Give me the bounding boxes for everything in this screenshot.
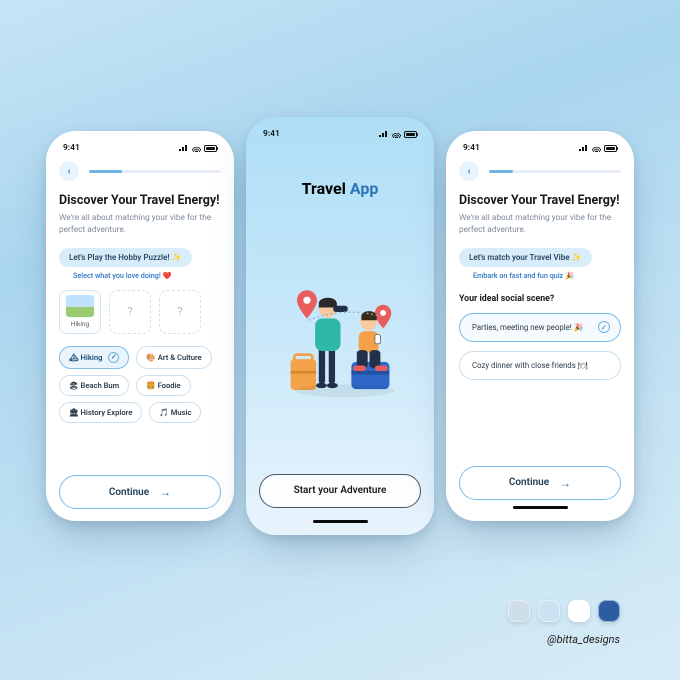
travelers-illustration (259, 198, 421, 474)
signal-icon (379, 131, 389, 137)
vibe-pill: Let's match your Travel Vibe ✨ (459, 248, 592, 267)
selection-slots: Hiking ? ? (59, 290, 221, 334)
quiz-question: Your ideal social scene? (459, 294, 621, 304)
chip-history-explore[interactable]: 🏛 History Explore (59, 402, 142, 423)
wifi-icon (592, 145, 601, 152)
phone-hobby-puzzle: 9:41 ‹ Discover Your Travel Energy! We'r… (46, 131, 234, 521)
clock: 9:41 (63, 143, 80, 153)
slot-1[interactable]: Hiking (59, 290, 101, 334)
swatch-3 (568, 600, 590, 622)
app-brand: Travel App (259, 179, 421, 198)
back-button[interactable]: ‹ (59, 161, 79, 181)
status-bar: 9:41 (59, 141, 221, 155)
wifi-icon (192, 145, 201, 152)
color-palette (508, 600, 620, 622)
designer-handle: @bitta_designs (547, 633, 620, 646)
slot-2[interactable]: ? (109, 290, 151, 334)
wifi-icon (392, 131, 401, 138)
chip-music[interactable]: 🎵 Music (149, 402, 201, 423)
phone-quiz: 9:41 ‹ Discover Your Travel Energy! We'r… (446, 131, 634, 521)
signal-icon (179, 145, 189, 151)
signal-icon (579, 145, 589, 151)
check-icon: ✓ (598, 321, 610, 333)
clock: 9:41 (463, 143, 480, 153)
page-title: Discover Your Travel Energy! (59, 193, 221, 208)
phone-stage: 9:41 ‹ Discover Your Travel Energy! We'r… (46, 117, 634, 535)
chip-hiking[interactable]: 🏔 Hiking ✓ (59, 346, 129, 369)
page-subtitle: We're all about matching your vibe for t… (459, 213, 621, 235)
swatch-1 (508, 600, 530, 622)
hiking-thumb (66, 295, 94, 317)
chip-foodie[interactable]: 🍔 Foodie (136, 375, 190, 396)
battery-icon (404, 131, 417, 138)
arrow-right-icon: → (559, 476, 571, 490)
status-bar: 9:41 (459, 141, 621, 155)
page-subtitle: We're all about matching your vibe for t… (59, 213, 221, 235)
start-adventure-button[interactable]: Start your Adventure (259, 474, 421, 508)
swatch-2 (538, 600, 560, 622)
progress-fill (89, 170, 122, 174)
option-cozy-dinner[interactable]: Cozy dinner with close friends 🍽 (459, 351, 621, 380)
hobby-chips: 🏔 Hiking ✓ 🎨 Art & Culture 🏖 Beach Bum 🍔… (59, 346, 221, 423)
question-icon: ? (127, 305, 132, 318)
hobby-pill: Let's Play the Hobby Puzzle! ✨ (59, 248, 192, 267)
hobby-hint: Select what you love doing! ❤️ (73, 271, 221, 280)
chip-beach-bum[interactable]: 🏖 Beach Bum (59, 375, 129, 396)
progress-bar (89, 170, 221, 174)
clock: 9:41 (263, 129, 280, 139)
continue-button[interactable]: Continue → (59, 475, 221, 509)
question-icon: ? (177, 305, 182, 318)
page-title: Discover Your Travel Energy! (459, 193, 621, 208)
arrow-right-icon: → (159, 485, 171, 499)
phone-splash: 9:41 Travel App (246, 117, 434, 535)
continue-button[interactable]: Continue → (459, 466, 621, 500)
check-icon: ✓ (108, 352, 119, 363)
home-indicator (513, 506, 568, 510)
progress-fill (489, 170, 513, 174)
chevron-left-icon: ‹ (67, 166, 70, 177)
slot-3[interactable]: ? (159, 290, 201, 334)
swatch-4 (598, 600, 620, 622)
back-button[interactable]: ‹ (459, 161, 479, 181)
vibe-hint: Embark on fast and fun quiz 🎉 (473, 271, 621, 280)
status-bar: 9:41 (259, 127, 421, 141)
home-indicator (313, 520, 368, 524)
progress-bar (489, 170, 621, 174)
battery-icon (204, 145, 217, 152)
option-parties[interactable]: Parties, meeting new people! 🎉 ✓ (459, 313, 621, 342)
chevron-left-icon: ‹ (467, 166, 470, 177)
battery-icon (604, 145, 617, 152)
chip-art-culture[interactable]: 🎨 Art & Culture (136, 346, 211, 369)
